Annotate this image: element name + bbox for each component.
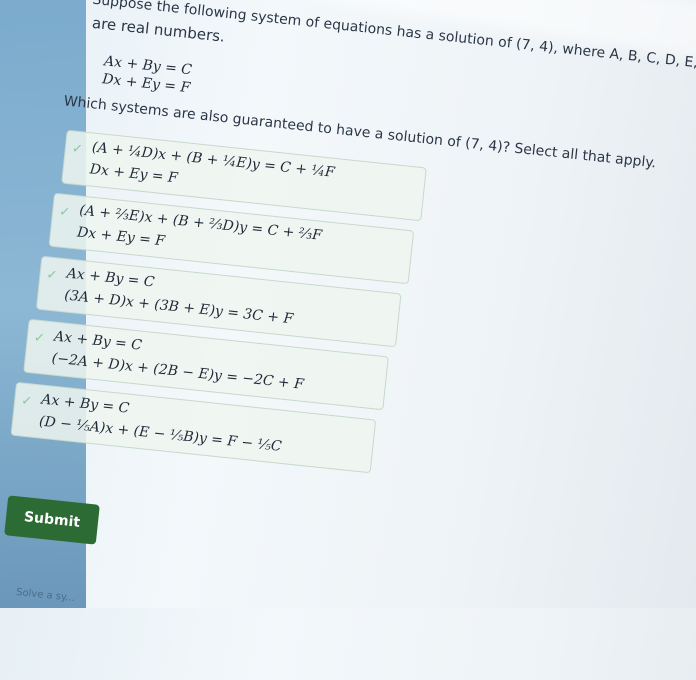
choice-1-line-2: Dx + Ey = F: [88, 161, 179, 187]
choice-3-line-2: (3A + D)x + (3B + E)y = 3C + F: [63, 287, 294, 328]
check-icon: ✓: [20, 393, 33, 410]
check-icon: ✓: [71, 141, 84, 158]
choice-5-line-2: (D − ⅕A)x + (E − ⅕B)y = F − ⅕C: [38, 413, 283, 455]
choice-2-line-2: Dx + Ey = F: [76, 224, 166, 250]
choice-3-line-1: Ax + By = C: [65, 265, 156, 291]
check-icon: ✓: [45, 267, 59, 284]
check-icon: ✓: [58, 204, 71, 221]
choice-5-line-1: Ax + By = C: [40, 391, 131, 417]
choice-4-line-1: Ax + By = C: [53, 328, 143, 354]
check-icon: ✓: [33, 330, 46, 347]
choice-4-line-2: (−2A + D)x + (2B − E)y = −2C + F: [50, 350, 305, 393]
